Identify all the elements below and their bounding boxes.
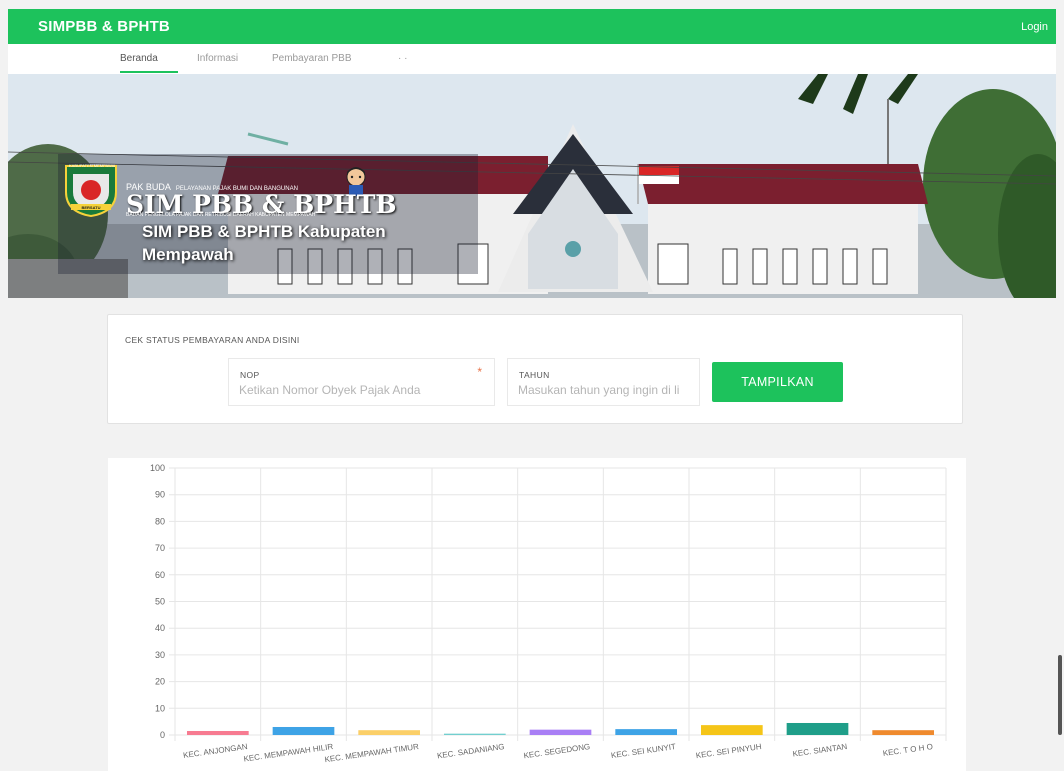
bar <box>872 730 935 735</box>
tab-pembayaran-pbb[interactable]: Pembayaran PBB <box>272 53 352 64</box>
tahun-input[interactable] <box>518 383 694 397</box>
y-tick-label: 30 <box>155 650 165 660</box>
x-tick-label: KEC. T O H O <box>882 742 933 758</box>
y-tick-label: 0 <box>160 730 165 740</box>
banner-logo-sub: BADAN PENGELOLA PAJAK DAN RETRIBUSI DAER… <box>126 212 316 218</box>
tab-more[interactable]: · · <box>398 53 407 64</box>
y-tick-label: 10 <box>155 703 165 713</box>
bar <box>700 725 763 735</box>
seal-text: KABUPATEN MEMPAWAH <box>69 163 115 168</box>
x-tick-label: KEC. MEMPAWAH TIMUR <box>324 742 420 764</box>
x-tick-label: KEC. SADANIANG <box>436 742 505 760</box>
x-tick-label: KEC. SIANTAN <box>792 742 848 759</box>
required-icon: * <box>477 365 482 379</box>
login-link[interactable]: Login <box>1021 21 1048 33</box>
bar <box>272 726 335 735</box>
x-tick-label: KEC. SEI PINYUH <box>695 742 762 760</box>
x-tick-label: KEC. ANJONGAN <box>183 742 249 760</box>
x-tick-label: KEC. SEGEDONG <box>523 742 591 760</box>
kabupaten-seal-icon: KABUPATEN MEMPAWAH BERSATU <box>61 162 121 218</box>
bar <box>615 729 678 735</box>
banner-title-line1: SIM PBB & BPHTB Kabupaten <box>142 222 386 241</box>
seal-motto: BERSATU <box>81 205 101 210</box>
bar-chart-svg: 0102030405060708090100KEC. ANJONGANKEC. … <box>150 463 947 764</box>
nav-tabs: Beranda Informasi Pembayaran PBB · · <box>8 44 1056 74</box>
bar <box>186 730 249 735</box>
bar-chart: 0 10 20 30 40 50 60 70 80 90 100 KEC. ANJONGAN KEC. … <box>108 458 966 771</box>
bar <box>529 729 592 735</box>
y-tick-label: 90 <box>155 490 165 500</box>
card-title: CEK STATUS PEMBAYARAN ANDA DISINI <box>125 335 300 345</box>
x-tick-label: KEC. SEI KUNYIT <box>610 742 676 760</box>
tampilkan-button[interactable]: TAMPILKAN <box>712 362 843 402</box>
nop-label: NOP <box>240 370 260 380</box>
y-tick-label: 60 <box>155 570 165 580</box>
top-navbar: SIMPBB & BPHTB Login <box>8 9 1056 44</box>
y-tick-label: 70 <box>155 543 165 553</box>
banner-title-line2: Mempawah <box>142 245 234 264</box>
y-tick-label: 40 <box>155 623 165 633</box>
bar <box>786 722 849 735</box>
y-tick-label: 100 <box>150 463 165 473</box>
nop-input[interactable] <box>239 383 479 397</box>
brand-title[interactable]: SIMPBB & BPHTB <box>38 18 170 35</box>
tahun-field[interactable]: TAHUN <box>507 358 700 406</box>
bar <box>358 730 421 735</box>
nop-field[interactable]: NOP * <box>228 358 495 406</box>
x-tick-label: KEC. MEMPAWAH HILIR <box>243 742 334 764</box>
hero-banner: KABUPATEN MEMPAWAH BERSATU PAK BUDA PELA… <box>8 74 1056 298</box>
payment-check-card: CEK STATUS PEMBAYARAN ANDA DISINI NOP * … <box>107 314 963 424</box>
tab-informasi[interactable]: Informasi <box>197 53 238 64</box>
tahun-label: TAHUN <box>519 370 550 380</box>
y-tick-label: 20 <box>155 677 165 687</box>
tab-beranda[interactable]: Beranda <box>120 53 158 64</box>
y-tick-label: 80 <box>155 516 165 526</box>
scrollbar-thumb[interactable] <box>1058 655 1062 735</box>
active-tab-indicator <box>120 71 178 73</box>
bar <box>443 733 506 735</box>
y-tick-label: 50 <box>155 597 165 607</box>
